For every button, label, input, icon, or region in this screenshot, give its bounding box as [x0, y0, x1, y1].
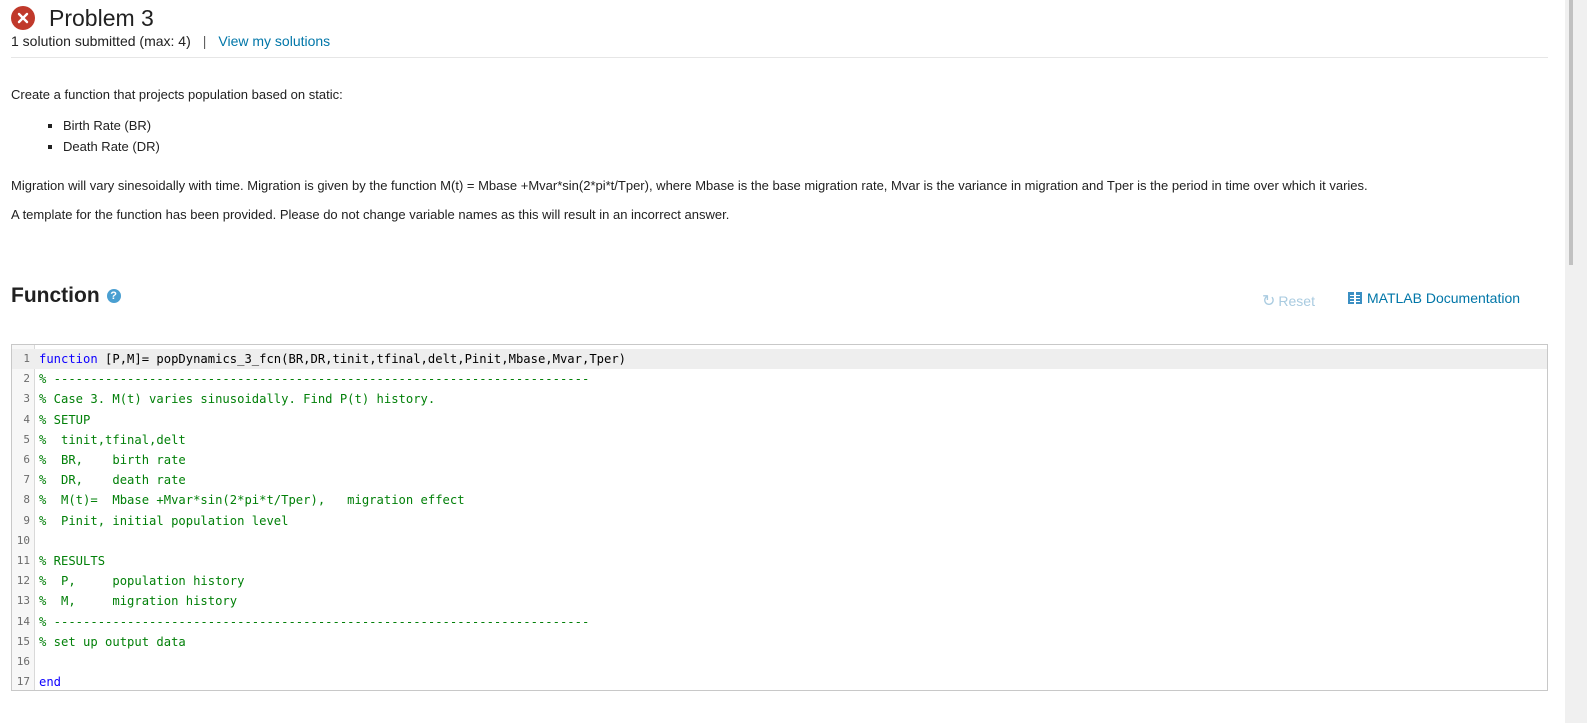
reset-button[interactable]: ↻ Reset — [1262, 291, 1315, 311]
code-line[interactable]: 17 end — [12, 672, 1547, 690]
line-number: 9 — [23, 513, 30, 527]
line-number: 11 — [16, 554, 30, 567]
scrollbar-thumb[interactable] — [1569, 0, 1573, 265]
code-line[interactable]: 12 % P, population history — [12, 571, 1547, 591]
code-text: % --------------------------------------… — [39, 612, 589, 632]
code-text: % SETUP — [39, 410, 90, 430]
description-intro: Create a function that projects populati… — [11, 87, 343, 102]
error-x-circle-icon — [11, 6, 35, 30]
line-number: 14 — [16, 614, 30, 628]
code-comment: % M(t)= Mbase +Mvar*sin(2*pi*t/Tper), mi… — [39, 493, 465, 508]
code-text: % tinit,tfinal,delt — [39, 430, 186, 450]
line-number: 5 — [23, 432, 30, 446]
description-template-note: A template for the function has been pro… — [11, 207, 730, 222]
code-line[interactable]: 5 % tinit,tfinal,delt — [12, 430, 1547, 450]
line-number: 3 — [23, 392, 30, 406]
code-line[interactable]: 13 % M, migration history — [12, 591, 1547, 611]
code-line[interactable]: 7 % DR, death rate — [12, 470, 1547, 490]
code-line[interactable]: 15 % set up output data — [12, 632, 1547, 652]
code-text: % BR, birth rate — [39, 450, 186, 470]
line-number: 15 — [16, 634, 30, 648]
submission-count: 1 solution submitted (max: 4) — [11, 33, 191, 49]
reset-label: Reset — [1278, 293, 1315, 309]
code-comment: % --------------------------------------… — [39, 614, 590, 629]
code-text: % M(t)= Mbase +Mvar*sin(2*pi*t/Tper), mi… — [39, 490, 465, 510]
code-comment: % Case 3. M(t) varies sinusoidally. Find… — [39, 392, 436, 407]
code-plain: [P,M]= popDynamics_3_fcn(BR,DR,tinit,tfi… — [97, 352, 627, 366]
line-number: 8 — [23, 493, 30, 507]
code-keyword: end — [39, 675, 62, 690]
code-comment: % Pinit, initial population level — [39, 513, 289, 528]
code-line[interactable]: 9 % Pinit, initial population level — [12, 511, 1547, 531]
doc-label: MATLAB Documentation — [1367, 290, 1521, 306]
code-line[interactable]: 16 — [12, 652, 1547, 672]
line-number: 17 — [16, 675, 30, 689]
line-number: 6 — [23, 453, 30, 466]
code-line[interactable]: 11 % RESULTS — [12, 551, 1547, 571]
code-text: % RESULTS — [39, 551, 105, 571]
function-section-title: Function ? — [11, 284, 121, 308]
header-divider — [11, 57, 1548, 58]
rate-list: Birth Rate (BR) Death Rate (DR) — [11, 116, 1551, 157]
help-question-icon[interactable]: ? — [106, 289, 121, 303]
function-heading: Function — [11, 284, 100, 307]
problem-page: Problem 3 1 solution submitted (max: 4) |… — [0, 0, 1565, 723]
code-text: % M, migration history — [39, 591, 237, 611]
code-line[interactable]: 4 % SETUP — [12, 410, 1547, 430]
code-comment: % M, migration history — [39, 594, 238, 609]
code-editor[interactable]: 1 function [P,M]= popDynamics_3_fcn(BR,DR… — [11, 344, 1548, 691]
code-comment: % P, population history — [39, 574, 245, 589]
code-line[interactable]: 14 % ------------------------------------… — [12, 612, 1547, 632]
code-text: % --------------------------------------… — [39, 369, 589, 389]
view-solutions-link[interactable]: View my solutions — [218, 33, 330, 49]
problem-title: Problem 3 — [49, 4, 154, 31]
code-text: function [P,M]= popDynamics_3_fcn(BR,DR,… — [39, 349, 626, 369]
code-line[interactable]: 3 % Case 3. M(t) varies sinusoidally. Fin… — [12, 389, 1547, 409]
code-text: end — [39, 672, 62, 690]
code-line[interactable]: 6 % BR, birth rate — [12, 450, 1547, 470]
list-item: Death Rate (DR) — [63, 137, 1551, 158]
line-number: 13 — [16, 594, 30, 608]
code-text: % Case 3. M(t) varies sinusoidally. Find… — [39, 389, 435, 409]
code-comment: % SETUP — [39, 412, 91, 427]
list-item: Birth Rate (BR) — [63, 116, 1551, 137]
line-number: 16 — [16, 655, 30, 668]
code-text: % Pinit, initial population level — [39, 511, 288, 531]
book-icon — [1348, 292, 1362, 304]
code-comment: % RESULTS — [39, 554, 106, 568]
line-number: 4 — [23, 412, 30, 426]
code-line[interactable]: 1 function [P,M]= popDynamics_3_fcn(BR,DR… — [12, 349, 1547, 370]
matlab-documentation-link[interactable]: MATLAB Documentation — [1348, 290, 1520, 306]
line-number: 10 — [16, 533, 30, 547]
code-line[interactable]: 8 % M(t)= Mbase +Mvar*sin(2*pi*t/Tper), m… — [12, 490, 1547, 510]
refresh-icon: ↻ — [1262, 293, 1276, 310]
code-comment: % --------------------------------------… — [39, 372, 590, 387]
code-line[interactable]: 10 — [12, 531, 1547, 551]
line-number: 1 — [23, 352, 30, 365]
line-number: 2 — [23, 372, 30, 386]
code-text: % DR, death rate — [39, 470, 186, 490]
line-number: 12 — [16, 574, 30, 588]
page-scrollbar[interactable] — [1565, 0, 1587, 723]
code-comment: % BR, birth rate — [39, 453, 186, 467]
line-number: 7 — [23, 473, 30, 487]
separator: | — [202, 33, 207, 49]
description-migration: Migration will vary sinesoidally with ti… — [11, 178, 1368, 193]
code-comment: % set up output data — [39, 634, 186, 649]
code-line[interactable]: 2 % -------------------------------------… — [12, 369, 1547, 389]
code-keyword: function — [39, 352, 98, 366]
code-text: % set up output data — [39, 632, 186, 652]
code-comment: % DR, death rate — [39, 473, 186, 488]
code-comment: % tinit,tfinal,delt — [39, 432, 186, 447]
code-text: % P, population history — [39, 571, 244, 591]
problem-header: Problem 3 1 solution submitted (max: 4) |… — [11, 4, 330, 49]
problem-description: Create a function that projects populati… — [11, 87, 1551, 222]
